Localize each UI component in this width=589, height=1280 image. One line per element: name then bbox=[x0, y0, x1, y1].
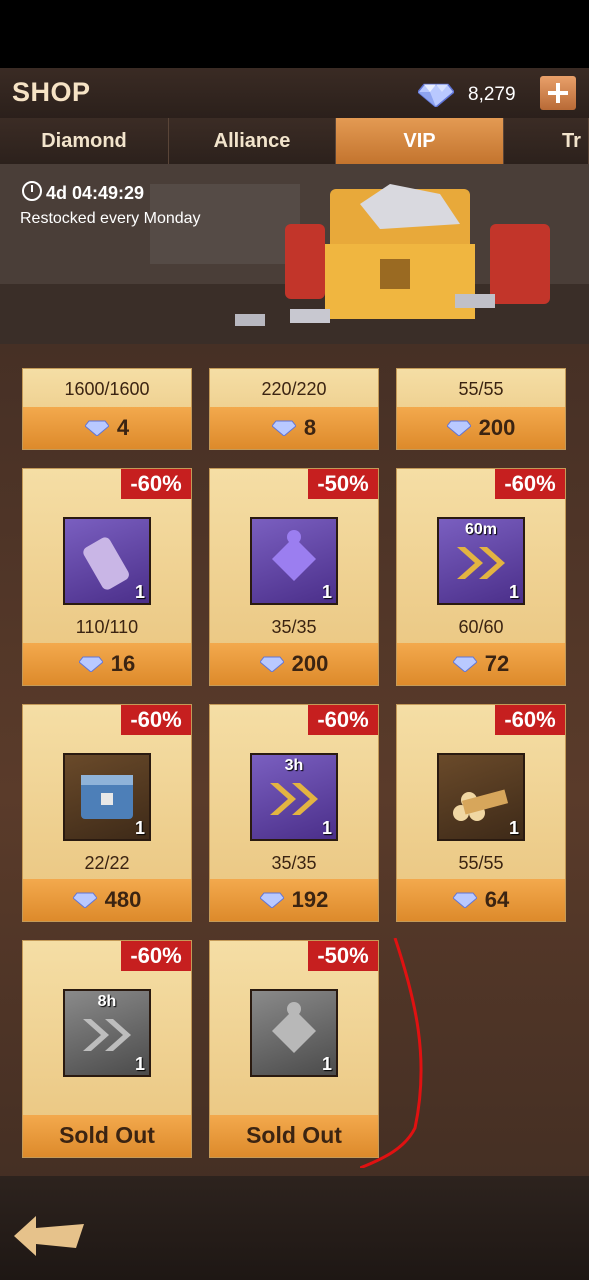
bottom-bar bbox=[0, 1176, 589, 1280]
price-button[interactable]: 200 bbox=[397, 407, 565, 449]
price-label: 200 bbox=[478, 415, 516, 440]
diamond-icon bbox=[418, 83, 454, 107]
page-title: SHOP bbox=[12, 77, 91, 107]
purchase-limit: 22/22 bbox=[84, 853, 130, 873]
purchase-limit: 55/55 bbox=[458, 379, 504, 399]
price-label: 480 bbox=[104, 887, 142, 912]
shop-item[interactable]: -60% 1 55/55 64 bbox=[396, 704, 566, 922]
sold-out-label: Sold Out bbox=[246, 1122, 342, 1148]
item-quantity: 1 bbox=[321, 582, 332, 602]
price-button[interactable]: 192 bbox=[210, 879, 378, 921]
diamond-icon bbox=[78, 656, 103, 672]
item-quantity: 1 bbox=[134, 1054, 145, 1074]
restock-timer: 4d 04:49:29 bbox=[22, 181, 144, 204]
discount-badge: -60% bbox=[495, 469, 565, 499]
purchase-limit: 35/35 bbox=[271, 853, 317, 873]
shop-screen: SHOP 8,279 Diamond Alliance VIP Tr 4d 04… bbox=[0, 68, 589, 1280]
crate-icon: 1 bbox=[63, 753, 151, 841]
shop-item[interactable]: 55/55 200 bbox=[396, 368, 566, 450]
sold-out-bar: Sold Out bbox=[23, 1115, 191, 1157]
item-quantity: 1 bbox=[508, 582, 519, 602]
diamond-icon bbox=[452, 656, 477, 672]
discount-badge: -50% bbox=[308, 469, 378, 499]
shop-item[interactable]: -60% 3h 1 35/35 192 bbox=[209, 704, 379, 922]
discount-badge: -60% bbox=[495, 705, 565, 735]
price-label: 72 bbox=[484, 651, 510, 676]
purchase-limit: 220/220 bbox=[261, 379, 327, 399]
speedup-icon: 8h 1 bbox=[63, 989, 151, 1077]
price-label: 192 bbox=[291, 887, 329, 912]
tab-more[interactable]: Tr bbox=[504, 118, 589, 164]
price-label: 200 bbox=[291, 651, 329, 676]
price-label: 16 bbox=[110, 651, 136, 676]
shop-item: -60% 8h 1 Sold Out bbox=[22, 940, 192, 1158]
shop-item[interactable]: -60% 1 110/110 16 bbox=[22, 468, 192, 686]
item-quantity: 1 bbox=[321, 1054, 332, 1074]
speedup-icon: 60m 1 bbox=[437, 517, 525, 605]
diamond-icon bbox=[259, 656, 284, 672]
diamond-icon bbox=[446, 420, 471, 436]
purchase-limit: 55/55 bbox=[458, 853, 504, 873]
price-label: 8 bbox=[303, 415, 317, 440]
shop-item[interactable]: 1600/1600 4 bbox=[22, 368, 192, 450]
discount-badge: -60% bbox=[121, 705, 191, 735]
diamond-icon bbox=[271, 420, 296, 436]
diamond-icon bbox=[72, 892, 97, 908]
shop-item[interactable]: -60% 1 22/22 480 bbox=[22, 704, 192, 922]
price-label: 64 bbox=[484, 887, 510, 912]
puzzle-piece-icon: 1 bbox=[250, 517, 338, 605]
tab-diamond[interactable]: Diamond bbox=[0, 118, 169, 164]
diamond-icon bbox=[84, 420, 109, 436]
diamond-count: 8,279 bbox=[468, 84, 516, 105]
restock-note: Restocked every Monday bbox=[20, 210, 201, 227]
tab-vip[interactable]: VIP bbox=[336, 118, 504, 164]
item-quantity: 1 bbox=[321, 818, 332, 838]
price-button[interactable]: 16 bbox=[23, 643, 191, 685]
red-annotation-line bbox=[360, 938, 423, 1168]
item-quantity: 1 bbox=[508, 818, 519, 838]
tab-bar: Diamond Alliance VIP Tr bbox=[0, 118, 589, 164]
header: SHOP 8,279 bbox=[0, 68, 589, 118]
add-diamonds-button[interactable] bbox=[540, 76, 576, 110]
back-arrow-icon[interactable] bbox=[14, 1214, 84, 1258]
price-button[interactable]: 200 bbox=[210, 643, 378, 685]
diamond-balance: 8,279 bbox=[418, 79, 534, 107]
puzzle-piece-icon: 1 bbox=[250, 989, 338, 1077]
duration-tag: 60m bbox=[464, 521, 498, 538]
item-quantity: 1 bbox=[134, 818, 145, 838]
price-button[interactable]: 72 bbox=[397, 643, 565, 685]
diamond-icon bbox=[452, 892, 477, 908]
speedup-icon: 3h 1 bbox=[250, 753, 338, 841]
wood-logs-icon: 1 bbox=[437, 753, 525, 841]
item-quantity: 1 bbox=[134, 582, 145, 602]
discount-badge: -60% bbox=[121, 469, 191, 499]
shop-item[interactable]: -50% 1 35/35 200 bbox=[209, 468, 379, 686]
diamond-icon bbox=[259, 892, 284, 908]
sold-out-bar: Sold Out bbox=[210, 1115, 378, 1157]
purchase-limit: 35/35 bbox=[271, 617, 317, 637]
clock-icon bbox=[22, 181, 42, 201]
duration-tag: 8h bbox=[97, 993, 117, 1010]
purchase-limit: 1600/1600 bbox=[64, 379, 150, 399]
discount-badge: -60% bbox=[308, 705, 378, 735]
price-button[interactable]: 480 bbox=[23, 879, 191, 921]
price-label: 4 bbox=[116, 415, 130, 440]
discount-badge: -60% bbox=[121, 941, 191, 971]
price-button[interactable]: 8 bbox=[210, 407, 378, 449]
duration-tag: 3h bbox=[284, 757, 304, 774]
shop-item: -50% 1 Sold Out bbox=[209, 940, 379, 1158]
sold-out-label: Sold Out bbox=[59, 1122, 155, 1148]
shop-banner: 4d 04:49:29 Restocked every Monday bbox=[0, 164, 589, 344]
shop-item[interactable]: -60% 60m 1 60/60 72 bbox=[396, 468, 566, 686]
purchase-limit: 60/60 bbox=[458, 617, 504, 637]
bolt-spool-icon: 1 bbox=[63, 517, 151, 605]
tab-alliance[interactable]: Alliance bbox=[169, 118, 336, 164]
price-button[interactable]: 4 bbox=[23, 407, 191, 449]
shop-item[interactable]: 220/220 8 bbox=[209, 368, 379, 450]
price-button[interactable]: 64 bbox=[397, 879, 565, 921]
purchase-limit: 110/110 bbox=[75, 617, 139, 637]
